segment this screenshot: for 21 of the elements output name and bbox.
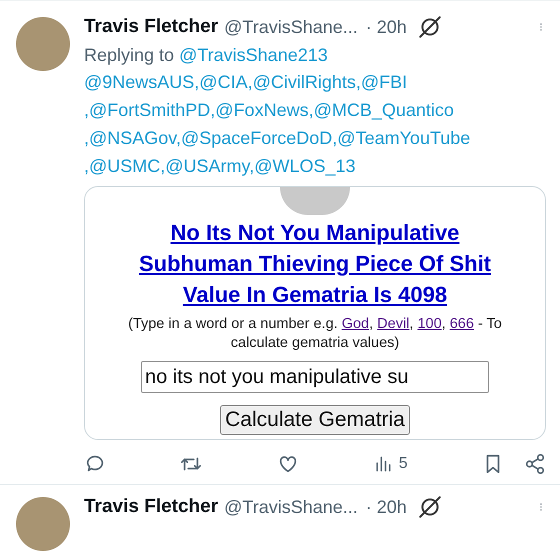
author-handle[interactable]: @TravisShane...: [224, 496, 358, 518]
calculate-button[interactable]: Calculate Gematria: [220, 405, 410, 435]
timestamp[interactable]: · 20h: [366, 496, 407, 518]
example-link[interactable]: 100: [417, 316, 442, 332]
slashed-circle-icon[interactable]: [416, 494, 443, 520]
share-icon[interactable]: [524, 453, 546, 475]
replying-to-text: Replying to @TravisShane213: [84, 44, 329, 67]
example-link[interactable]: 666: [450, 316, 474, 332]
author-name[interactable]: Travis Fletcher: [84, 16, 218, 38]
timestamp[interactable]: · 20h: [366, 16, 407, 38]
author-handle[interactable]: @TravisShane...: [224, 16, 358, 38]
author-name[interactable]: Travis Fletcher: [84, 496, 218, 518]
text-input-field[interactable]: no its not you manipulative su: [141, 361, 489, 393]
example-link[interactable]: Devil: [377, 316, 410, 332]
view-count: 5: [398, 455, 408, 473]
example-link[interactable]: God: [342, 316, 370, 332]
avatar-placeholder[interactable]: [16, 497, 70, 551]
page-title-link[interactable]: No Its Not You Manipulative Subhuman Thieving Piece Of Shit Value In Gematria Is 4098: [138, 217, 492, 310]
instruction-text: (Type in a word or a number e.g. God, Devil, 100, 666 - To calculate gematria values): [127, 315, 503, 353]
avatar-placeholder[interactable]: [16, 17, 70, 71]
slashed-circle-icon[interactable]: [416, 14, 443, 40]
